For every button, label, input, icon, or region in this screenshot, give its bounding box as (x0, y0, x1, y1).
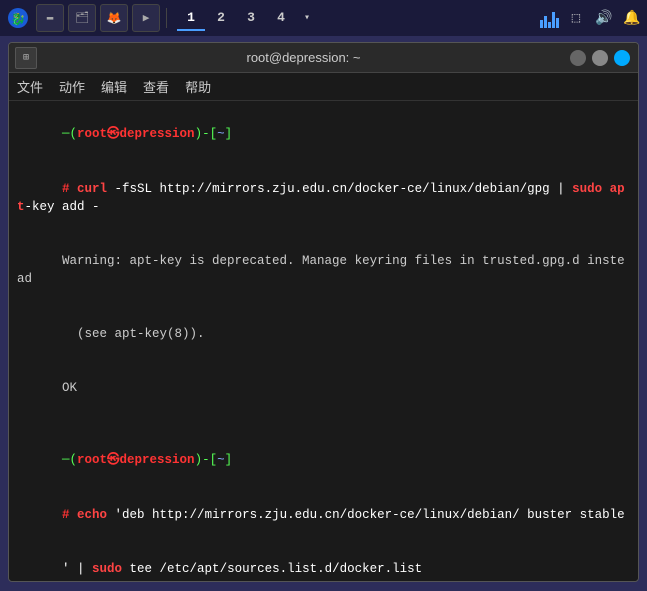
tab-4[interactable]: 4 (267, 5, 295, 31)
line-1: ─(root㉿depression)-[~] (17, 107, 630, 161)
taskbar: 🐉 ▬ 🗂 🦊 ▶ 1 2 3 4 ▾ ⬚ 🔊 🔔 (0, 0, 647, 36)
terminal-content[interactable]: ─(root㉿depression)-[~] # curl -fsSL http… (9, 101, 638, 581)
workspace-tabs: 1 2 3 4 ▾ (177, 5, 317, 31)
tab-1[interactable]: 1 (177, 5, 205, 31)
menu-help[interactable]: 帮助 (185, 77, 211, 96)
app-icon-1[interactable]: ▬ (36, 4, 64, 32)
menu-view[interactable]: 查看 (143, 77, 169, 96)
display-icon[interactable]: ⬚ (565, 7, 587, 29)
close-button[interactable] (570, 50, 586, 66)
line-5: OK (17, 361, 630, 415)
app-icon-2[interactable]: 🗂 (68, 4, 96, 32)
line-8: # echo 'deb http://mirrors.zju.edu.cn/do… (17, 488, 630, 542)
taskbar-right: ⬚ 🔊 🔔 (540, 7, 643, 29)
menu-edit[interactable]: 编辑 (101, 77, 127, 96)
volume-icon[interactable]: 🔊 (593, 7, 615, 29)
line-3: Warning: apt-key is deprecated. Manage k… (17, 234, 630, 307)
line-9: ' | sudo tee /etc/apt/sources.list.d/doc… (17, 542, 630, 581)
tab-dropdown[interactable]: ▾ (297, 5, 317, 31)
separator (166, 8, 167, 28)
terminal-title: root@depression: ~ (37, 50, 570, 65)
kali-icon[interactable]: 🐉 (4, 4, 32, 32)
app-icon-3[interactable]: 🦊 (100, 4, 128, 32)
line-4: (see apt-key(8)). (17, 306, 630, 360)
svg-text:🐉: 🐉 (11, 12, 26, 27)
line-6 (17, 415, 630, 433)
minimize-button[interactable] (592, 50, 608, 66)
tab-2[interactable]: 2 (207, 5, 235, 31)
line-7: ─(root㉿depression)-[~] (17, 433, 630, 487)
window-buttons (570, 50, 630, 66)
terminal-window: ⊞ root@depression: ~ 文件 动作 编辑 查看 帮助 ─(ro… (8, 42, 639, 582)
expand-button[interactable]: ⊞ (15, 47, 37, 69)
menu-file[interactable]: 文件 (17, 77, 43, 96)
maximize-button[interactable] (614, 50, 630, 66)
network-graph (540, 8, 559, 28)
app-icon-4[interactable]: ▶ (132, 4, 160, 32)
tab-3[interactable]: 3 (237, 5, 265, 31)
notification-icon[interactable]: 🔔 (621, 7, 643, 29)
menu-bar: 文件 动作 编辑 查看 帮助 (9, 73, 638, 101)
menu-action[interactable]: 动作 (59, 77, 85, 96)
terminal-titlebar: ⊞ root@depression: ~ (9, 43, 638, 73)
line-2: # curl -fsSL http://mirrors.zju.edu.cn/d… (17, 161, 630, 234)
